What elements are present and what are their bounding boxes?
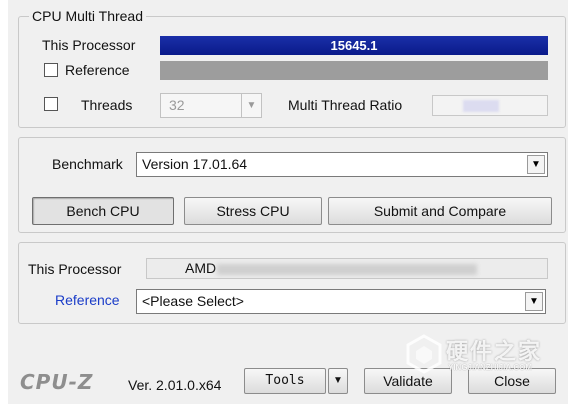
chevron-down-icon[interactable]: ▼ xyxy=(241,94,261,117)
tools-button[interactable]: Tools xyxy=(244,368,326,394)
submit-and-compare-button[interactable]: Submit and Compare xyxy=(328,197,552,225)
benchmark-version-value: Version 17.01.64 xyxy=(142,156,248,172)
tools-dropdown-button[interactable]: ▼ xyxy=(328,368,348,394)
reference-checkbox[interactable] xyxy=(44,63,58,77)
multi-thread-ratio-label: Multi Thread Ratio xyxy=(288,97,403,113)
this-processor-name: AMD xyxy=(185,260,217,276)
this-processor-name-field: AMD xyxy=(146,258,548,279)
reference-processor-select[interactable]: <Please Select> ▼ xyxy=(136,289,546,314)
chevron-down-icon[interactable]: ▼ xyxy=(525,292,543,311)
compare-this-processor-label: This Processor xyxy=(28,261,122,277)
threads-checkbox[interactable] xyxy=(44,97,58,111)
multi-thread-ratio-field xyxy=(432,95,548,116)
this-processor-label: This Processor xyxy=(42,37,136,53)
close-button[interactable]: Close xyxy=(468,368,556,394)
validate-button[interactable]: Validate xyxy=(364,368,452,394)
cpuz-window: CPU Multi Thread This Processor 15645.1 … xyxy=(8,0,568,404)
multi-thread-group-title: CPU Multi Thread xyxy=(32,8,144,24)
reference-link[interactable]: Reference xyxy=(55,292,120,308)
benchmark-label: Benchmark xyxy=(52,156,123,172)
stress-cpu-button[interactable]: Stress CPU xyxy=(184,197,322,225)
threads-select[interactable]: 32 ▼ xyxy=(160,93,262,118)
threads-label: Threads xyxy=(81,97,133,113)
reference-score-bar xyxy=(160,61,548,80)
this-processor-score: 15645.1 xyxy=(330,38,378,53)
chevron-down-icon[interactable]: ▼ xyxy=(527,155,545,174)
tools-label: Tools xyxy=(265,373,305,388)
this-processor-score-bar: 15645.1 xyxy=(160,36,548,55)
version-label: Ver. 2.01.0.x64 xyxy=(128,377,222,393)
threads-value: 32 xyxy=(169,97,185,113)
processor-name-redacted xyxy=(217,264,477,275)
ratio-redacted-value xyxy=(463,100,499,112)
chevron-down-icon: ▼ xyxy=(333,375,343,386)
bench-cpu-button[interactable]: Bench CPU xyxy=(32,197,174,225)
reference-label: Reference xyxy=(65,62,130,78)
reference-processor-value: <Please Select> xyxy=(142,293,244,309)
benchmark-version-select[interactable]: Version 17.01.64 ▼ xyxy=(136,152,548,177)
cpuz-logo: CPU-Z xyxy=(20,370,94,394)
